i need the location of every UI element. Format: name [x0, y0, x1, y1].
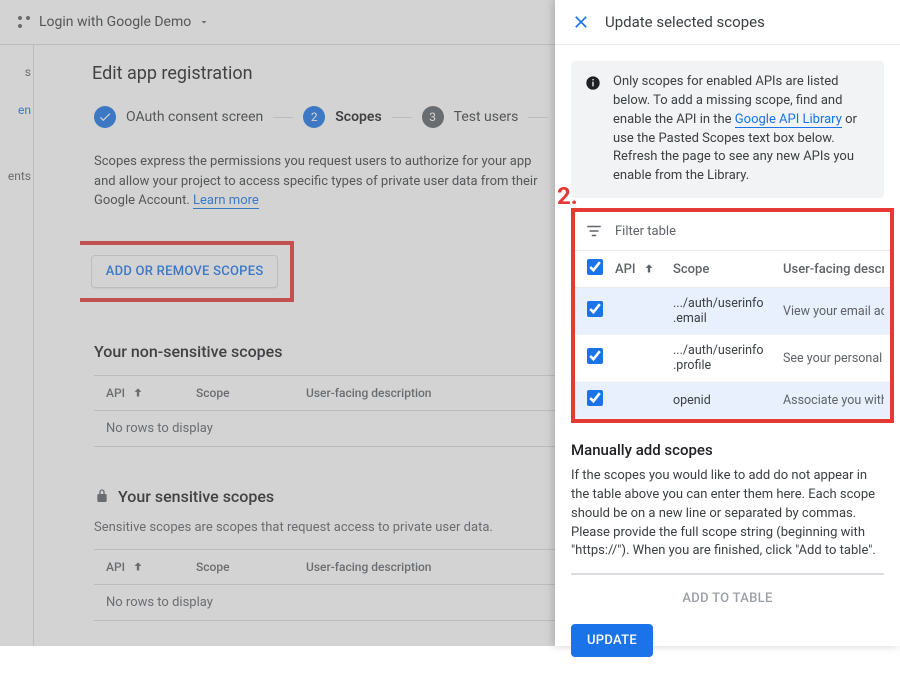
- info-icon: [585, 75, 601, 91]
- desc-cell: Associate you with your personal info: [783, 393, 884, 408]
- desc-cell: View your email address: [783, 304, 884, 319]
- table-row[interactable]: .../auth/userinfo.profileSee your person…: [575, 335, 890, 382]
- scope-cell: .../auth/userinfo.email: [673, 296, 783, 326]
- close-icon[interactable]: [571, 12, 591, 32]
- desc-cell: See your personal info, including any pu…: [783, 351, 884, 366]
- filter-placeholder: Filter table: [615, 224, 676, 239]
- row-checkbox[interactable]: [587, 348, 603, 364]
- manual-title: Manually add scopes: [571, 441, 884, 459]
- row-checkbox[interactable]: [587, 301, 603, 317]
- manual-text: If the scopes you would like to add do n…: [571, 467, 884, 561]
- select-all-checkbox[interactable]: [587, 259, 603, 275]
- scopes-table-header: API Scope User-facing description: [575, 250, 890, 288]
- panel-title: Update selected scopes: [605, 13, 765, 31]
- update-scopes-panel: Update selected scopes Only scopes for e…: [555, 0, 900, 646]
- add-to-table-button[interactable]: ADD TO TABLE: [571, 591, 884, 606]
- row-checkbox[interactable]: [587, 390, 603, 406]
- annotation-2-box: 2. Filter table API Scope User-facing de…: [571, 208, 894, 423]
- manual-scopes-textarea[interactable]: [571, 573, 884, 575]
- table-row[interactable]: .../auth/userinfo.emailView your email a…: [575, 288, 890, 335]
- filter-icon: [585, 222, 603, 240]
- table-row[interactable]: openidAssociate you with your personal i…: [575, 382, 890, 419]
- scope-cell: .../auth/userinfo.profile: [673, 343, 783, 373]
- panel-header: Update selected scopes: [555, 0, 900, 45]
- annotation-2: 2.: [557, 182, 578, 210]
- filter-row[interactable]: Filter table: [575, 212, 890, 250]
- scope-cell: openid: [673, 393, 783, 408]
- api-library-link[interactable]: Google API Library: [735, 112, 842, 128]
- panel-info-box: Only scopes for enabled APIs are listed …: [571, 61, 884, 198]
- sort-arrow-icon[interactable]: [642, 262, 656, 276]
- update-button[interactable]: UPDATE: [571, 624, 653, 657]
